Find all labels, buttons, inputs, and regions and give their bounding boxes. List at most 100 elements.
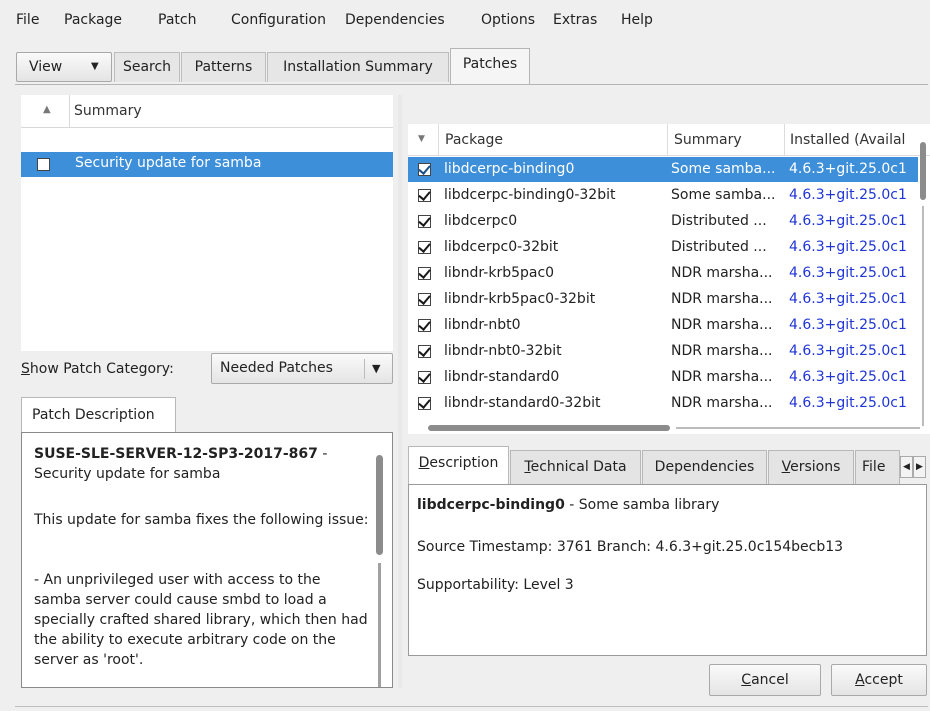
tab-panel-border xyxy=(15,84,928,85)
package-version[interactable]: 4.6.3+git.25.0c1 xyxy=(789,317,918,333)
sort-down-icon[interactable]: ▼ xyxy=(418,134,425,144)
tab-technical-data[interactable]: Technical Data xyxy=(510,450,641,484)
package-info-heading: libdcerpc-binding0 - Some samba library xyxy=(417,497,719,513)
description-scrollbar-track[interactable] xyxy=(378,563,381,687)
menu-file[interactable]: File xyxy=(16,12,39,28)
table-row[interactable]: libndr-nbt0 NDR marsha... 4.6.3+git.25.0c1 xyxy=(408,313,918,338)
patch-description-para2: - An unprivileged user with access to th… xyxy=(34,572,368,668)
accept-button[interactable]: Accept xyxy=(831,664,927,696)
package-version[interactable]: 4.6.3+git.25.0c1 xyxy=(789,161,918,177)
package-summary: NDR marsha... xyxy=(671,369,773,385)
tab-description[interactable]: Description xyxy=(408,446,509,485)
menu-configuration[interactable]: Configuration xyxy=(231,12,326,28)
package-version[interactable]: 4.6.3+git.25.0c1 xyxy=(789,265,918,281)
patch-checkbox[interactable] xyxy=(37,158,50,171)
package-checkbox[interactable] xyxy=(418,267,431,280)
table-hscroll-track[interactable] xyxy=(676,427,920,429)
patch-list[interactable]: ▲ Summary Security update for samba xyxy=(21,95,393,351)
menu-options[interactable]: Options xyxy=(481,12,535,28)
package-version[interactable]: 4.6.3+git.25.0c1 xyxy=(789,213,918,229)
package-checkbox[interactable] xyxy=(418,371,431,384)
tab-versions[interactable]: Versions xyxy=(768,450,854,484)
package-summary: NDR marsha... xyxy=(671,395,773,411)
table-vscroll-track[interactable] xyxy=(922,206,924,426)
menu-help[interactable]: Help xyxy=(621,12,653,28)
package-summary: NDR marsha... xyxy=(671,343,773,359)
package-summary: NDR marsha... xyxy=(671,317,773,333)
sort-up-icon[interactable]: ▲ xyxy=(43,104,51,115)
package-checkbox[interactable] xyxy=(418,241,431,254)
package-version[interactable]: 4.6.3+git.25.0c1 xyxy=(789,187,918,203)
package-version[interactable]: 4.6.3+git.25.0c1 xyxy=(789,239,918,255)
column-divider xyxy=(784,124,785,156)
description-scrollbar-thumb[interactable] xyxy=(376,455,383,555)
menu-package[interactable]: Package xyxy=(64,12,122,28)
table-row[interactable]: libndr-nbt0-32bit NDR marsha... 4.6.3+git.… xyxy=(408,339,918,364)
summary-column-header[interactable]: Summary xyxy=(74,103,142,119)
view-menu-button[interactable]: View ▼ xyxy=(16,52,112,82)
tab-scroll-left-icon[interactable]: ◀ xyxy=(900,456,913,478)
package-summary: Some samba... xyxy=(671,161,776,177)
package-info-panel: libdcerpc-binding0 - Some samba library … xyxy=(408,484,927,656)
menu-extras[interactable]: Extras xyxy=(553,12,597,28)
table-row[interactable]: libdcerpc0-32bit Distributed ... 4.6.3+git… xyxy=(408,235,918,260)
patch-row[interactable]: Security update for samba xyxy=(21,152,393,177)
patch-category-label: Show Patch Category: xyxy=(21,361,174,377)
menu-patch[interactable]: Patch xyxy=(158,12,196,28)
package-version[interactable]: 4.6.3+git.25.0c1 xyxy=(789,369,918,385)
patch-description-title: SUSE-SLE-SERVER-12-SP3-2017-867 - Securi… xyxy=(34,444,369,484)
cancel-button[interactable]: Cancel xyxy=(709,664,821,696)
patch-description-tab[interactable]: Patch Description xyxy=(21,397,176,433)
bottom-border xyxy=(15,706,928,707)
table-row[interactable]: libndr-krb5pac0 NDR marsha... 4.6.3+git.25… xyxy=(408,261,918,286)
patch-summary: Security update for samba xyxy=(75,155,262,171)
tab-search[interactable]: Search xyxy=(114,52,180,82)
package-name: libdcerpc-binding0 xyxy=(444,161,575,177)
package-name: libndr-nbt0-32bit xyxy=(444,343,562,359)
table-hscroll-thumb[interactable] xyxy=(428,425,670,431)
package-version[interactable]: 4.6.3+git.25.0c1 xyxy=(789,395,918,411)
tab-patterns[interactable]: Patterns xyxy=(181,52,266,82)
package-checkbox[interactable] xyxy=(418,189,431,202)
package-version[interactable]: 4.6.3+git.25.0c1 xyxy=(789,291,918,307)
package-version[interactable]: 4.6.3+git.25.0c1 xyxy=(789,343,918,359)
column-divider xyxy=(69,95,70,128)
package-checkbox[interactable] xyxy=(418,397,431,410)
package-name: libndr-krb5pac0 xyxy=(444,265,555,281)
package-checkbox[interactable] xyxy=(418,163,431,176)
pane-splitter[interactable] xyxy=(398,95,402,688)
installed-column-header[interactable]: Installed (Availal xyxy=(790,132,918,148)
package-checkbox[interactable] xyxy=(418,345,431,358)
tab-patches[interactable]: Patches xyxy=(450,48,530,84)
menu-dependencies[interactable]: Dependencies xyxy=(345,12,445,28)
table-vscroll-thumb[interactable] xyxy=(920,142,926,200)
tab-dependencies[interactable]: Dependencies xyxy=(642,450,767,484)
menubar: File Package Patch Configuration Depende… xyxy=(0,0,930,40)
table-row[interactable]: libndr-standard0 NDR marsha... 4.6.3+git.2… xyxy=(408,365,918,390)
package-name: libdcerpc0-32bit xyxy=(444,239,559,255)
view-button-label: View xyxy=(29,59,63,75)
package-info-source: Source Timestamp: 3761 Branch: 4.6.3+git… xyxy=(417,539,844,555)
table-row-partial[interactable] xyxy=(408,417,918,421)
table-row[interactable]: libndr-krb5pac0-32bit NDR marsha... 4.6.3+… xyxy=(408,287,918,312)
column-divider xyxy=(438,124,439,156)
package-checkbox[interactable] xyxy=(418,293,431,306)
package-column-header[interactable]: Package xyxy=(445,132,503,148)
package-table[interactable]: ▼ Package Summary Installed (Availal lib… xyxy=(408,124,930,434)
package-checkbox[interactable] xyxy=(418,215,431,228)
table-row[interactable]: libndr-standard0-32bit NDR marsha... 4.6.3… xyxy=(408,391,918,416)
package-info-name: libdcerpc-binding0 xyxy=(417,497,565,513)
table-row[interactable]: libdcerpc-binding0 Some samba... 4.6.3+git… xyxy=(408,157,918,182)
tab-installation-summary[interactable]: Installation Summary xyxy=(267,52,449,82)
package-checkbox[interactable] xyxy=(418,319,431,332)
patch-category-value: Needed Patches xyxy=(220,360,333,376)
table-row[interactable]: libdcerpc0 Distributed ... 4.6.3+git.25.0c… xyxy=(408,209,918,234)
table-row[interactable]: libdcerpc-binding0-32bit Some samba... 4.6… xyxy=(408,183,918,208)
package-name: libndr-standard0-32bit xyxy=(444,395,601,411)
package-summary: NDR marsha... xyxy=(671,291,773,307)
summary-column-header[interactable]: Summary xyxy=(674,132,742,148)
package-summary: Distributed ... xyxy=(671,239,767,255)
tab-scroll-right-icon[interactable]: ▶ xyxy=(913,456,926,478)
tab-file[interactable]: File xyxy=(855,450,900,484)
patch-category-select[interactable]: Needed Patches ▼ xyxy=(211,353,393,384)
